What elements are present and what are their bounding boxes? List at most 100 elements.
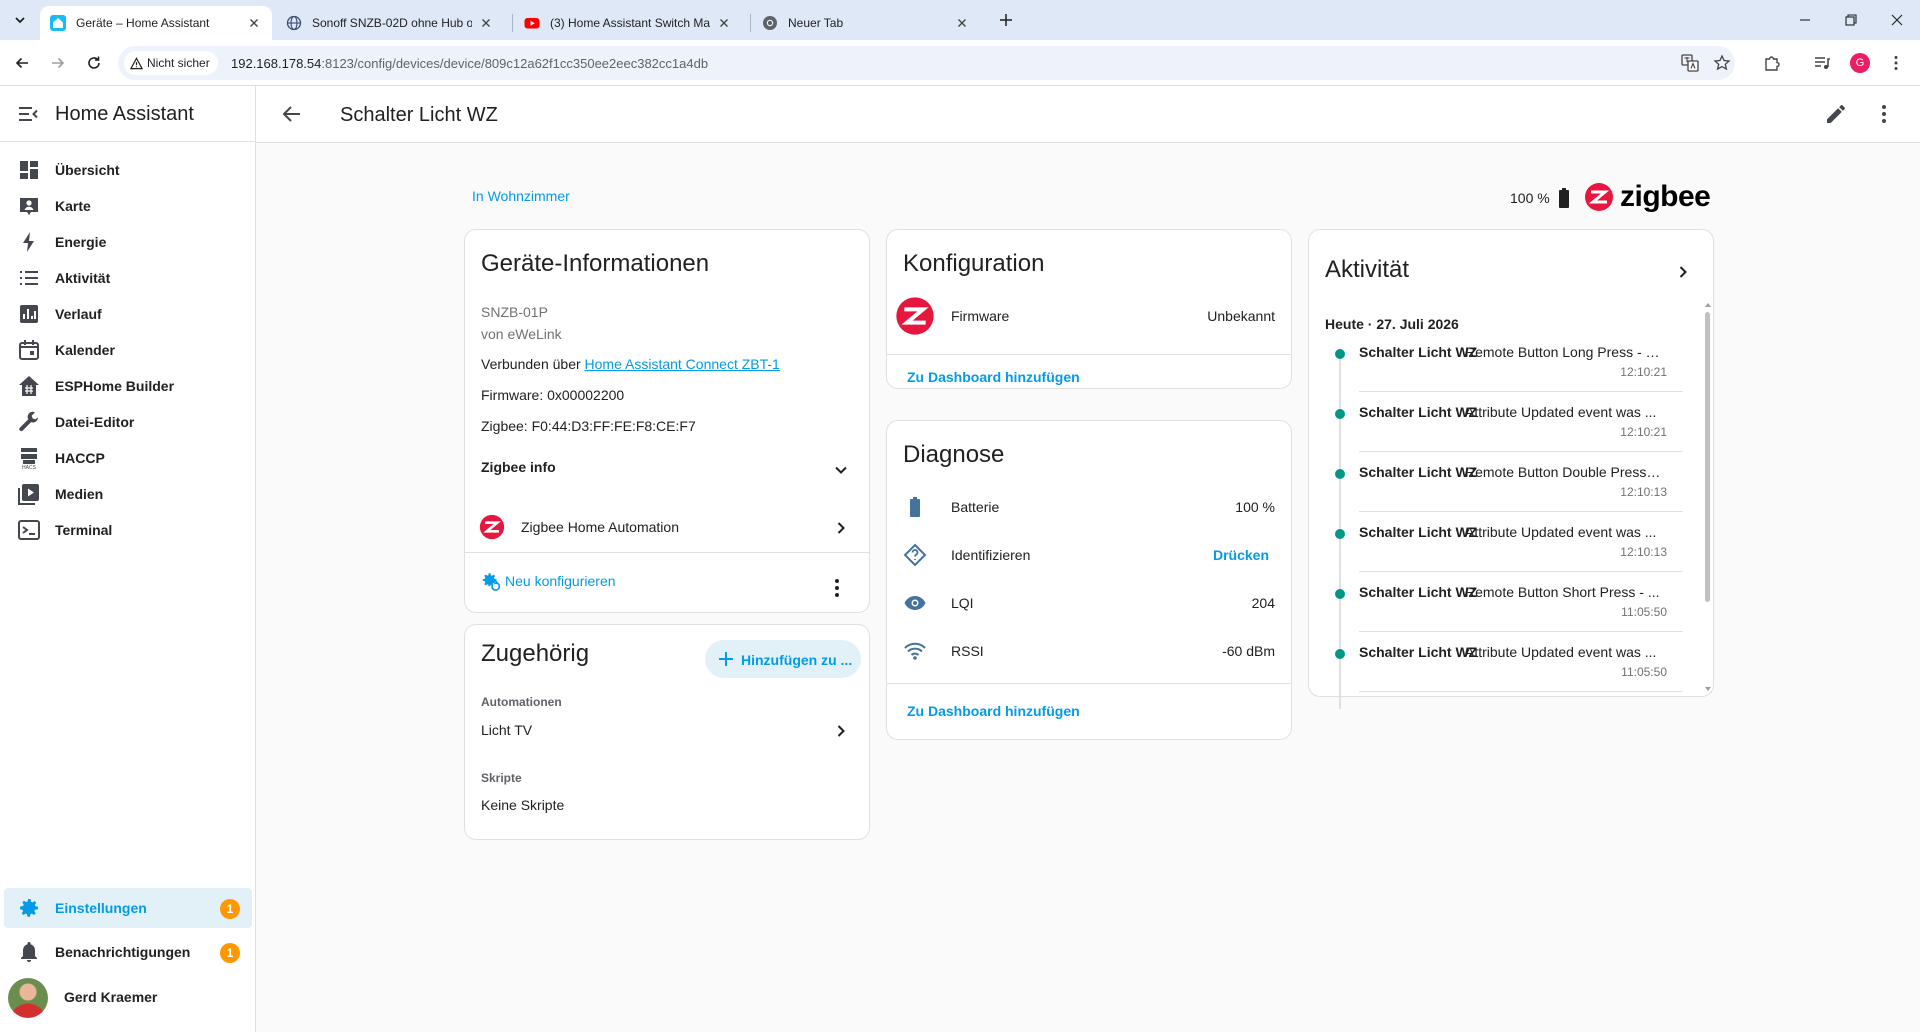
- sidebar-item-settings[interactable]: Einstellungen 1: [4, 888, 252, 928]
- diagnostic-row[interactable]: RSSI -60 dBm: [887, 631, 1291, 671]
- profile-button[interactable]: G: [1848, 51, 1872, 75]
- sidebar-item-label: Terminal: [55, 522, 113, 538]
- restore-button[interactable]: [1828, 0, 1874, 40]
- sidebar-item-energy[interactable]: Energie: [4, 222, 252, 262]
- url-host: 192.168.178.54: [231, 56, 322, 71]
- browser-tab[interactable]: Geräte – Home Assistant: [40, 6, 272, 40]
- browser-tab[interactable]: Neuer Tab: [752, 6, 980, 40]
- integration-row[interactable]: Zigbee Home Automation: [465, 502, 869, 552]
- activity-entry[interactable]: Schalter Licht WZ Attribute Updated even…: [1321, 641, 1691, 709]
- diagnostic-label: Identifizieren: [951, 547, 1031, 563]
- tab-title: (3) Home Assistant Switch Man: [550, 16, 710, 30]
- url-text[interactable]: 192.168.178.54:8123/config/devices/devic…: [231, 56, 708, 71]
- sidebar-item-history[interactable]: Verlauf: [4, 294, 252, 334]
- sidebar: Home Assistant Übersicht Karte Energie A…: [0, 86, 256, 1032]
- activity-message: Attribute Updated event was ...: [1465, 404, 1657, 420]
- activity-entry[interactable]: Schalter Licht WZ Attribute Updated even…: [1321, 521, 1691, 589]
- sidebar-item-haccp[interactable]: HACS HACCP: [4, 438, 252, 478]
- add-to-dashboard-button[interactable]: Zu Dashboard hinzufügen: [907, 703, 1080, 719]
- device-actions-menu[interactable]: [817, 568, 857, 608]
- sidebar-item-logbook[interactable]: Aktivität: [4, 258, 252, 298]
- activity-scrollbar[interactable]: [1705, 302, 1711, 692]
- map-icon: [20, 198, 38, 215]
- activity-message: Remote Button Double Press ...: [1465, 464, 1661, 480]
- media-control-button[interactable]: [1810, 51, 1834, 75]
- firmware-info: Firmware: 0x00002200: [481, 387, 625, 403]
- sidebar-item-esphome[interactable]: ESPHome Builder: [4, 366, 252, 406]
- sidebar-item-notifications[interactable]: Benachrichtigungen 1: [4, 932, 252, 972]
- identify-button[interactable]: Drücken: [1213, 547, 1269, 563]
- automation-row[interactable]: Licht TV: [465, 707, 869, 751]
- minimize-button[interactable]: [1782, 0, 1828, 40]
- add-to-button[interactable]: Hinzufügen zu ...: [705, 640, 861, 678]
- tab-search-button[interactable]: [8, 8, 32, 32]
- zigbee-info-expander[interactable]: Zigbee info: [465, 442, 869, 494]
- reload-button[interactable]: [82, 51, 106, 75]
- activity-entity: Schalter Licht WZ: [1359, 524, 1478, 540]
- activity-entry[interactable]: Schalter Licht WZ Remote Button Short Pr…: [1321, 581, 1691, 649]
- close-tab-icon[interactable]: [478, 15, 494, 31]
- tab-title: Neuer Tab: [788, 16, 844, 30]
- browser-menu-button[interactable]: [1884, 51, 1908, 75]
- close-window-button[interactable]: [1874, 0, 1920, 40]
- bookmark-button[interactable]: [1710, 51, 1734, 75]
- activity-message: Remote Button Long Press - B...: [1465, 344, 1661, 360]
- connected-via-link[interactable]: Home Assistant Connect ZBT-1: [585, 356, 780, 372]
- sidebar-item-label: ESPHome Builder: [55, 378, 175, 394]
- forward-button[interactable]: [46, 51, 70, 75]
- security-chip-label: Nicht sicher: [147, 56, 210, 70]
- activity-open-button[interactable]: [1667, 256, 1699, 288]
- timeline-dot: [1335, 529, 1345, 539]
- edit-button[interactable]: [1824, 102, 1848, 126]
- sidebar-item-overview[interactable]: Übersicht: [4, 150, 252, 190]
- chevron-down-icon: [15, 17, 25, 24]
- back-button[interactable]: [280, 102, 304, 126]
- queue-music-icon: [1815, 57, 1830, 69]
- more-menu-button[interactable]: [1872, 102, 1896, 126]
- divider: [887, 683, 1291, 684]
- sidebar-toggle-button[interactable]: [16, 102, 40, 126]
- browser-tab[interactable]: (3) Home Assistant Switch Man: [514, 6, 742, 40]
- activity-entity: Schalter Licht WZ: [1359, 584, 1478, 600]
- scroll-up-arrow-icon: [1705, 303, 1711, 307]
- related-card: Zugehörig Hinzufügen zu ... Automationen…: [464, 624, 870, 840]
- close-tab-icon[interactable]: [246, 15, 262, 31]
- reconfigure-button[interactable]: Neu konfigurieren: [477, 560, 627, 600]
- add-to-dashboard-button[interactable]: Zu Dashboard hinzufügen: [907, 369, 1080, 385]
- profile-avatar: G: [1850, 53, 1870, 73]
- sidebar-item-map[interactable]: Karte: [4, 186, 252, 226]
- browser-tab[interactable]: Sonoff SNZB-02D ohne Hub od: [276, 6, 504, 40]
- extensions-button[interactable]: [1760, 51, 1784, 75]
- diagnostic-row[interactable]: Batterie 100 %: [887, 487, 1291, 527]
- activity-entry[interactable]: Schalter Licht WZ Remote Button Long Pre…: [1321, 341, 1691, 409]
- arrow-right-icon: [52, 57, 65, 69]
- translate-button[interactable]: [1678, 51, 1702, 75]
- sidebar-item-file-editor[interactable]: Datei-Editor: [4, 402, 252, 442]
- notifications-badge: 1: [220, 943, 240, 963]
- area-link[interactable]: In Wohnzimmer: [472, 188, 570, 204]
- diagnostic-row[interactable]: LQI 204: [887, 583, 1291, 623]
- close-tab-icon[interactable]: [716, 15, 732, 31]
- scrollbar-thumb[interactable]: [1705, 312, 1710, 602]
- battery-icon: [910, 497, 920, 517]
- activity-entry[interactable]: Schalter Licht WZ Remote Button Double P…: [1321, 461, 1691, 529]
- activity-entry[interactable]: Schalter Licht WZ Attribute Updated even…: [1321, 401, 1691, 469]
- sidebar-user[interactable]: Gerd Kraemer: [4, 976, 252, 1020]
- close-tab-icon[interactable]: [954, 15, 970, 31]
- address-bar[interactable]: Nicht sicher 192.168.178.54:8123/config/…: [118, 46, 1735, 80]
- sidebar-item-calendar[interactable]: Kalender: [4, 330, 252, 370]
- tab-separator: [512, 14, 513, 32]
- sidebar-item-label: Benachrichtigungen: [55, 944, 191, 960]
- sidebar-item-media[interactable]: Medien: [4, 474, 252, 514]
- divider: [1359, 691, 1683, 692]
- diagnostic-label: LQI: [951, 595, 974, 611]
- reload-icon: [88, 56, 100, 69]
- scripts-value: Keine Skripte: [481, 797, 565, 813]
- sidebar-item-label: Verlauf: [55, 306, 102, 322]
- wrench-icon: [19, 411, 38, 432]
- new-tab-button[interactable]: [994, 8, 1018, 32]
- sidebar-item-terminal[interactable]: Terminal: [4, 510, 252, 550]
- security-chip[interactable]: Nicht sicher: [124, 51, 218, 75]
- back-button[interactable]: [10, 51, 34, 75]
- timeline-dot: [1335, 589, 1345, 599]
